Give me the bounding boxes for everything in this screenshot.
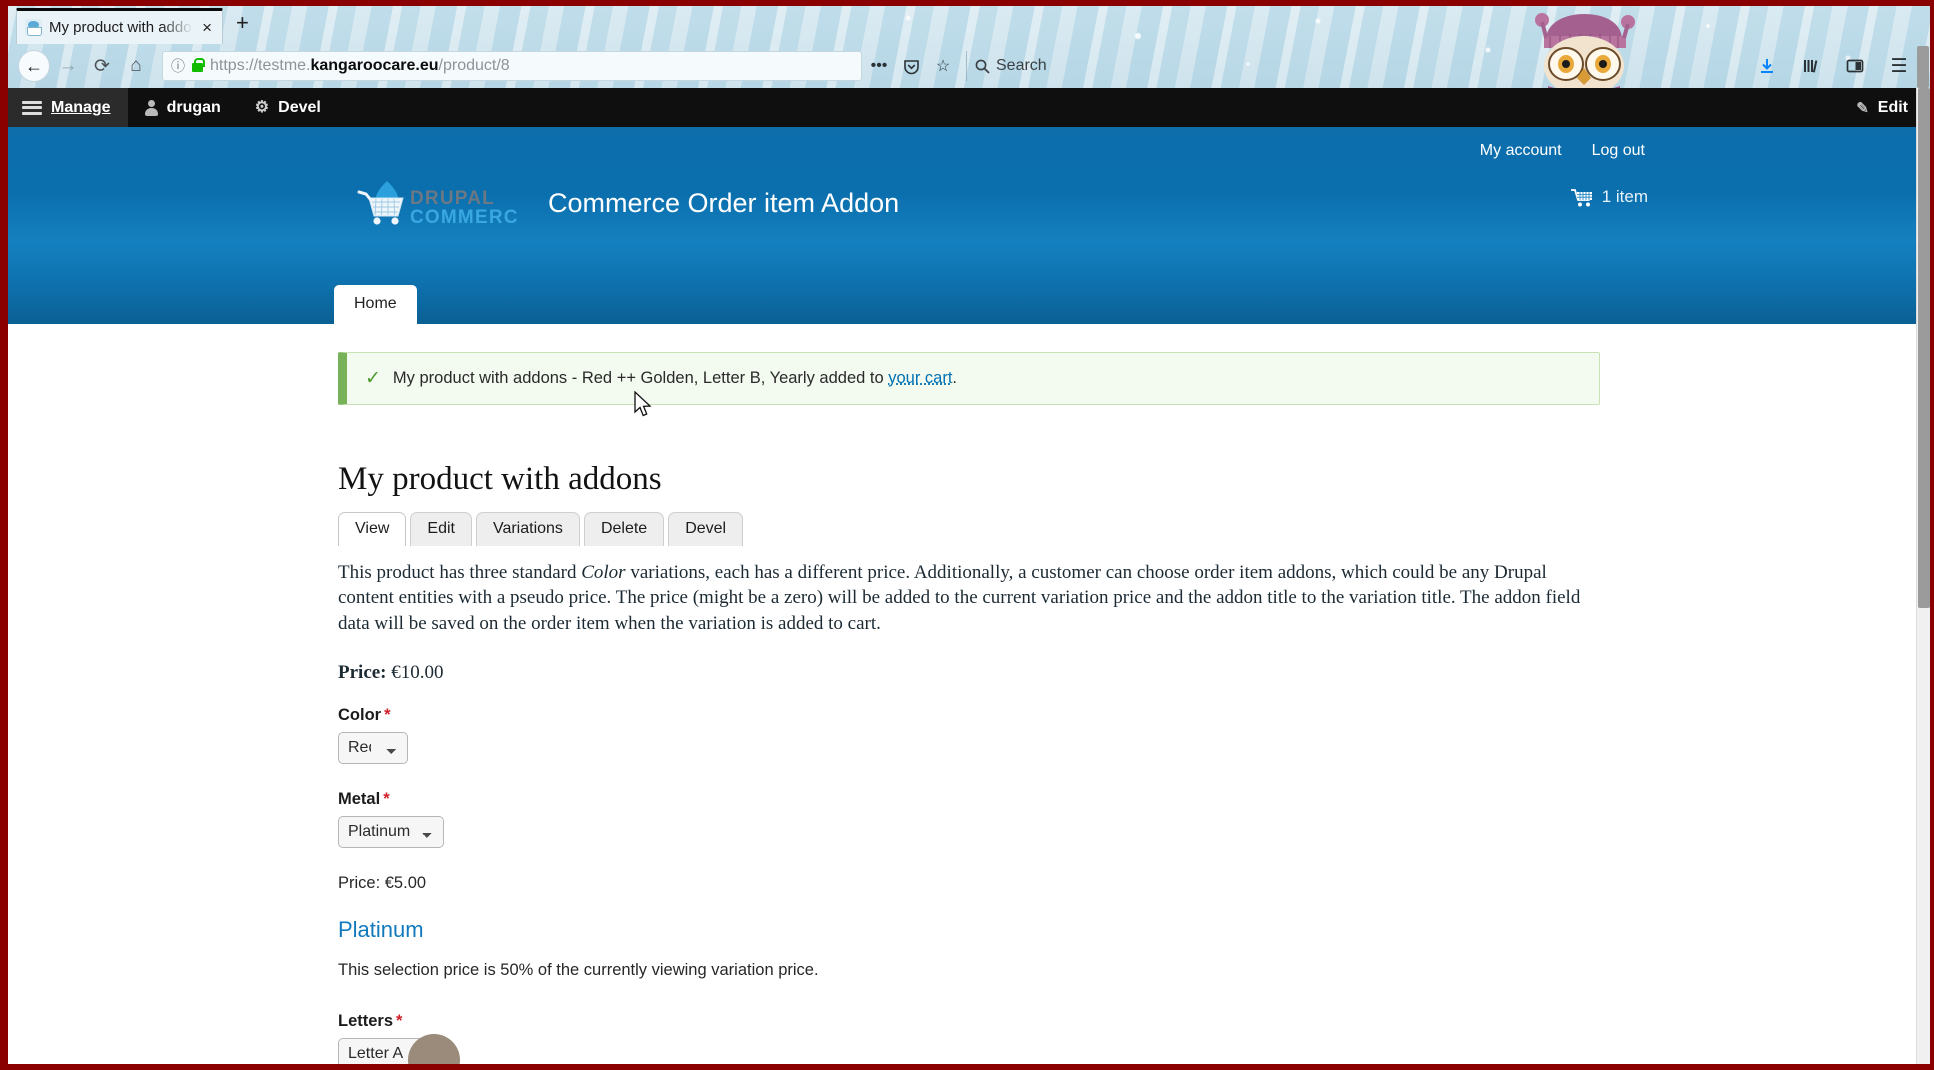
metal-addon-title: Platinum (338, 916, 424, 942)
user-icon (144, 99, 158, 116)
browser-chrome: My product with addo × + ← → ⟳ ⌂ ⓘ https… (8, 6, 1930, 88)
browser-window: My product with addo × + ← → ⟳ ⌂ ⓘ https… (8, 6, 1930, 1064)
metal-addon-description: This selection price is 50% of the curre… (338, 960, 819, 979)
browser-tab[interactable]: My product with addo × (16, 8, 223, 44)
library-icon[interactable] (1796, 51, 1826, 81)
primary-menu: Home (334, 285, 417, 324)
color-select[interactable]: Red (338, 731, 408, 764)
site-branding[interactable]: DRUPAL COMMERCE Commerce Order item Addo… (343, 177, 899, 229)
site-name: Commerce Order item Addon (548, 187, 900, 218)
price-label: Price: (338, 661, 387, 683)
metal-addon-price: Price: €5.00 (338, 873, 427, 892)
lock-icon (192, 57, 205, 72)
drupal-commerce-logo: DRUPAL COMMERCE (343, 177, 531, 229)
edit-label: Edit (1877, 98, 1908, 116)
status-message: ✓ My product with addons - Red ++ Golden… (338, 352, 1600, 405)
forward-button[interactable]: → (52, 50, 84, 82)
downloads-icon[interactable] (1752, 51, 1782, 81)
toolbar-scrollbar-thumb[interactable] (1917, 46, 1929, 88)
page-actions-icon[interactable]: ••• (864, 51, 894, 81)
search-placeholder: Search (996, 57, 1047, 74)
back-button[interactable]: ← (18, 50, 50, 82)
svg-text:DRUPAL: DRUPAL (410, 188, 495, 209)
hamburger-icon (22, 100, 42, 115)
svg-text:COMMERCE: COMMERCE (410, 207, 518, 228)
new-tab-button[interactable]: + (236, 12, 249, 34)
tab-view[interactable]: View (338, 512, 407, 546)
user-label: drugan (166, 98, 221, 116)
tab-delete[interactable]: Delete (583, 512, 665, 546)
product-description: This product has three standard Color va… (338, 562, 1581, 634)
tab-title: My product with addo (49, 19, 192, 36)
required-marker: * (384, 705, 391, 724)
site-header: My account Log out DRUPAL COMMERC Commer… (8, 127, 1930, 324)
navigation-toolbar: ← → ⟳ ⌂ ⓘ https://testme.kangaroocare.eu… (8, 44, 1930, 88)
tab-favicon-icon (25, 19, 42, 36)
admin-toolbar-devel[interactable]: ⚙ Devel (238, 88, 338, 127)
sidebar-icon[interactable] (1840, 51, 1870, 81)
reload-button[interactable]: ⟳ (86, 50, 118, 82)
status-message-text: My product with addons - Red ++ Golden, … (392, 369, 958, 387)
pocket-icon[interactable] (896, 51, 926, 81)
metal-field-label: Metal * (338, 789, 390, 808)
product-price: Price: €10.00 (338, 662, 1600, 684)
toolbar-right-icons: ☰ (1752, 51, 1920, 81)
page-body: ✓ My product with addons - Red ++ Golden… (8, 324, 1930, 1064)
drupal-admin-toolbar: Manage drugan ⚙ Devel ✎ Edit (8, 88, 1930, 127)
my-account-link[interactable]: My account (1480, 142, 1562, 160)
tab-edit[interactable]: Edit (410, 512, 472, 546)
color-field-label: Color * (338, 705, 391, 724)
app-menu-icon[interactable]: ☰ (1884, 51, 1914, 81)
your-cart-link[interactable]: your cart (888, 369, 952, 387)
admin-toolbar-user[interactable]: drugan (128, 88, 238, 127)
cart-link[interactable]: 1 item (1569, 187, 1648, 207)
required-marker: * (396, 1011, 403, 1030)
close-tab-icon[interactable]: × (200, 19, 214, 36)
url-bar[interactable]: ⓘ https://testme.kangaroocare.eu/product… (162, 51, 862, 81)
page-title: My product with addons (338, 461, 662, 497)
search-field[interactable]: Search (966, 51, 1116, 81)
page-info-icon[interactable]: ⓘ (171, 56, 185, 76)
devel-label: Devel (278, 98, 321, 116)
scrollbar-thumb[interactable] (1918, 88, 1930, 608)
menu-item-home[interactable]: Home (334, 285, 417, 324)
letters-field-label: Letters * (338, 1011, 403, 1030)
cart-icon (1569, 188, 1593, 207)
price-value: €10.00 (391, 661, 444, 683)
cart-count-label: 1 item (1601, 187, 1648, 206)
manage-label: Manage (51, 98, 111, 116)
metal-select[interactable]: Platinum (338, 815, 444, 848)
tab-variations[interactable]: Variations (475, 512, 580, 546)
account-links: My account Log out (1480, 142, 1645, 160)
search-icon (975, 59, 990, 74)
window-frame: My product with addo × + ← → ⟳ ⌂ ⓘ https… (0, 0, 1934, 1070)
url-text: https://testme.kangaroocare.eu/product/8 (210, 57, 510, 74)
pencil-icon: ✎ (1856, 99, 1869, 117)
admin-toolbar-manage[interactable]: Manage (8, 88, 128, 127)
page-scrollbar[interactable] (1916, 88, 1930, 1064)
local-tasks-tabs: View Edit Variations Delete Devel (338, 512, 1600, 546)
tab-strip: My product with addo × + (8, 6, 1930, 44)
required-marker: * (383, 789, 390, 808)
home-button[interactable]: ⌂ (120, 50, 152, 82)
checkmark-icon: ✓ (365, 368, 381, 389)
gear-icon: ⚙ (254, 98, 270, 116)
content-region: ✓ My product with addons - Red ++ Golden… (338, 352, 1600, 1064)
tab-devel[interactable]: Devel (668, 512, 744, 546)
log-out-link[interactable]: Log out (1592, 142, 1645, 160)
bookmark-star-icon[interactable]: ☆ (928, 51, 958, 81)
